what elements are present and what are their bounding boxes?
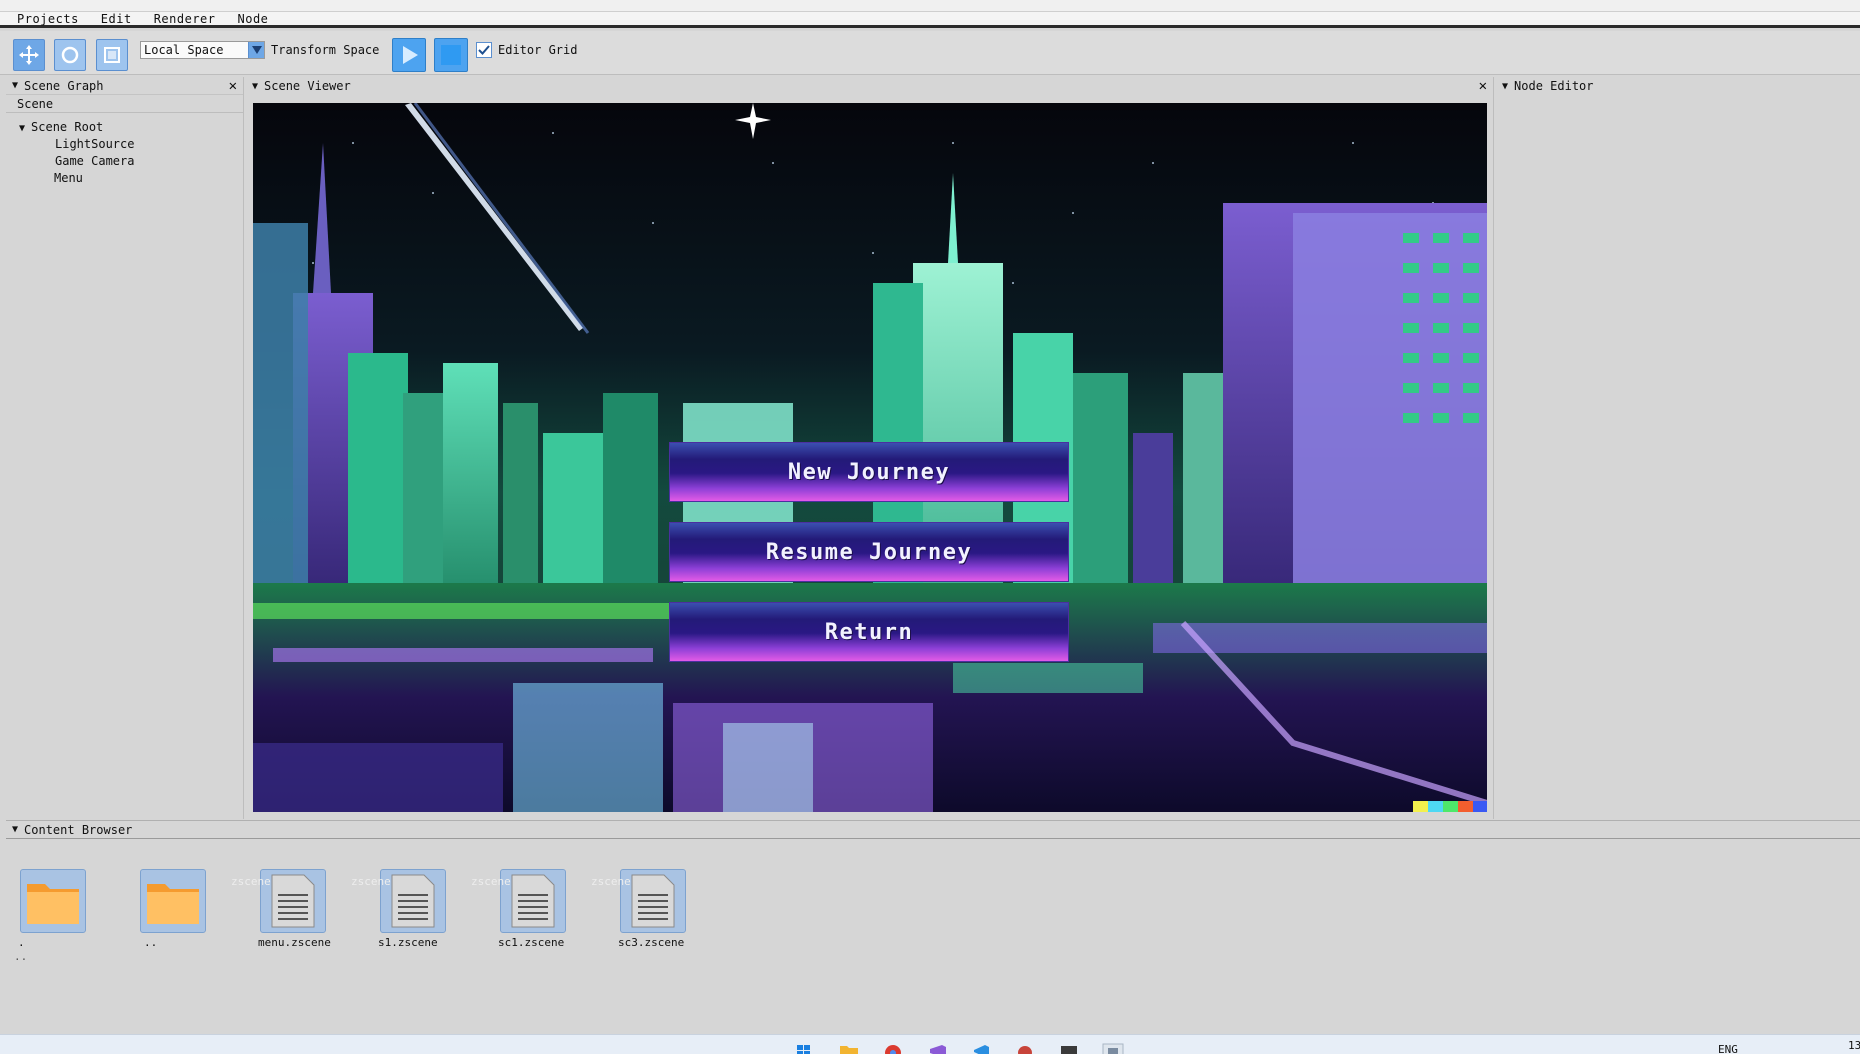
node-editor-header[interactable]: ▼ Node Editor: [1496, 77, 1860, 95]
collapse-triangle-icon[interactable]: ▼: [12, 824, 18, 835]
collapse-triangle-icon[interactable]: ▼: [12, 80, 18, 91]
language-indicator[interactable]: ENG: [1718, 1043, 1738, 1054]
asset-folder-parent[interactable]: ..: [134, 869, 244, 949]
file-ext-ghost-label: zscene: [351, 875, 391, 888]
node-editor-panel: ▼ Node Editor: [1496, 77, 1860, 819]
chrome-icon[interactable]: [882, 1043, 904, 1054]
color-strip: [1413, 801, 1487, 812]
terminal-icon[interactable]: [1058, 1043, 1080, 1054]
app-icon[interactable]: [1014, 1043, 1036, 1054]
os-taskbar: ENG 13: [0, 1034, 1860, 1054]
editor-grid-label: Editor Grid: [498, 43, 578, 57]
checkmark-icon: [478, 45, 490, 55]
move-tool-button[interactable]: [13, 39, 45, 71]
asset-file-s1[interactable]: zscene s1.zscene: [351, 869, 484, 949]
transform-space-label: Transform Space: [271, 43, 380, 57]
document-icon: [271, 874, 315, 928]
expand-triangle-icon[interactable]: ▼: [19, 123, 25, 134]
asset-name: .: [18, 936, 25, 949]
menu-projects[interactable]: Projects: [17, 12, 79, 26]
folder-tile[interactable]: [140, 869, 206, 933]
folder-icon: [147, 884, 199, 924]
document-icon: [631, 874, 675, 928]
editor-grid-checkbox[interactable]: [476, 42, 492, 58]
stop-icon: [441, 45, 461, 65]
document-icon: [391, 874, 435, 928]
menu-renderer[interactable]: Renderer: [154, 12, 216, 26]
file-explorer-icon[interactable]: [838, 1043, 860, 1054]
scene-graph-header[interactable]: ▼ Scene Graph ✕: [6, 77, 243, 95]
file-tile[interactable]: zscene: [471, 869, 566, 933]
toolbar: Local Space Transform Space Editor Grid: [0, 31, 1860, 75]
scene-graph-panel: ▼ Scene Graph ✕ Scene ▼ Scene Root LightS…: [6, 77, 244, 819]
node-editor-title: Node Editor: [1514, 79, 1594, 93]
file-ext-ghost-label: zscene: [591, 875, 631, 888]
game-viewport[interactable]: New Journey Resume Journey Return: [253, 103, 1487, 812]
tree-item-scene-root[interactable]: ▼ Scene Root: [6, 119, 243, 136]
stop-button[interactable]: [434, 38, 468, 72]
rotate-tool-button[interactable]: [54, 39, 86, 71]
move-tool-icon: [19, 45, 39, 65]
document-icon: [511, 874, 555, 928]
close-icon[interactable]: ✕: [1479, 78, 1487, 94]
file-tile[interactable]: zscene: [351, 869, 446, 933]
asset-file-sc1[interactable]: zscene sc1.zscene: [471, 869, 604, 949]
file-tile[interactable]: zscene: [591, 869, 686, 933]
asset-file-sc3[interactable]: zscene sc3.zscene: [591, 869, 724, 949]
menu-bar: Projects Edit Renderer Node: [0, 12, 1860, 28]
tree-item-menu[interactable]: Menu: [6, 170, 243, 187]
folder-tile[interactable]: [20, 869, 86, 933]
tree-item-lightsource[interactable]: LightSource: [6, 136, 243, 153]
asset-name: sc3.zscene: [618, 936, 685, 949]
windows-start-icon[interactable]: [793, 1043, 815, 1054]
file-tile[interactable]: zscene: [231, 869, 326, 933]
collapse-triangle-icon[interactable]: ▼: [1502, 81, 1508, 92]
asset-folder-current[interactable]: .: [14, 869, 124, 949]
content-browser-title: Content Browser: [24, 822, 133, 837]
folder-icon: [27, 884, 79, 924]
space-select[interactable]: Local Space: [140, 41, 265, 59]
scene-graph-title: Scene Graph: [24, 78, 104, 93]
editor-app-icon[interactable]: [1102, 1043, 1124, 1054]
menu-node[interactable]: Node: [238, 12, 269, 26]
asset-file-menu[interactable]: zscene menu.zscene: [231, 869, 364, 949]
tree-item-game-camera[interactable]: Game Camera: [6, 153, 243, 170]
scene-viewer-panel: ▼ Scene Viewer ✕ New Journey Resume Jour…: [246, 77, 1494, 819]
scene-tree: ▼ Scene Root LightSource Game Camera Menu: [6, 113, 243, 187]
content-browser-trailing: ..: [14, 950, 28, 963]
vscode-icon[interactable]: [970, 1043, 992, 1054]
tree-item-label: Scene Root: [31, 120, 104, 134]
menu-edit[interactable]: Edit: [101, 12, 132, 26]
content-browser-panel: ▼ Content Browser . .. zscene menu.zscen…: [6, 820, 1860, 1030]
asset-name: ..: [144, 936, 158, 949]
close-icon[interactable]: ✕: [229, 78, 237, 94]
scale-tool-icon: [104, 47, 120, 63]
scene-viewer-title: Scene Viewer: [264, 79, 351, 93]
content-browser-header[interactable]: ▼ Content Browser: [6, 821, 1860, 839]
new-journey-button[interactable]: New Journey: [669, 442, 1069, 502]
resume-journey-button[interactable]: Resume Journey: [669, 522, 1069, 582]
collapse-triangle-icon[interactable]: ▼: [252, 81, 258, 92]
file-ext-ghost-label: zscene: [231, 875, 271, 888]
visual-studio-icon[interactable]: [926, 1043, 948, 1054]
asset-name: sc1.zscene: [498, 936, 565, 949]
file-ext-ghost-label: zscene: [471, 875, 511, 888]
space-select-value: Local Space: [144, 43, 224, 57]
rotate-tool-icon: [61, 46, 79, 64]
play-button[interactable]: [392, 38, 426, 72]
scene-viewer-header[interactable]: ▼ Scene Viewer ✕: [246, 77, 1493, 95]
clock[interactable]: 13: [1848, 1039, 1860, 1052]
asset-name: s1.zscene: [378, 936, 438, 949]
tab-scene[interactable]: Scene: [6, 95, 243, 113]
play-icon: [403, 46, 418, 64]
return-button[interactable]: Return: [669, 602, 1069, 662]
scale-tool-button[interactable]: [96, 39, 128, 71]
asset-name: menu.zscene: [258, 936, 331, 949]
chevron-down-icon[interactable]: [248, 42, 264, 58]
window-title-strip: [0, 0, 1860, 12]
